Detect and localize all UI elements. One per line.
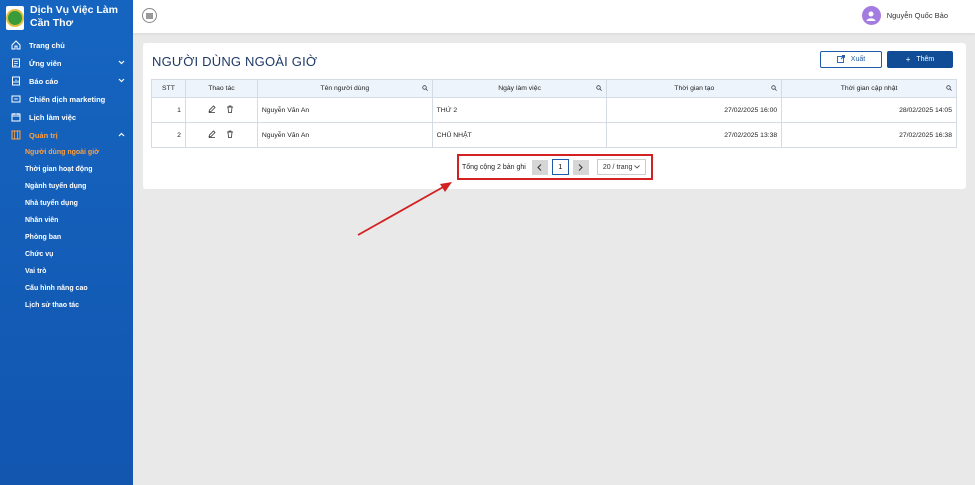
sidebar-subitem-advanced-config[interactable]: Cấu hình nâng cao (0, 280, 133, 297)
column-header-label: Thời gian cập nhật (840, 85, 898, 92)
sidebar-subitem-overtime-users[interactable]: Người dùng ngoài giờ (0, 144, 133, 161)
column-header-created-time: Thời gian tạo (606, 79, 783, 98)
column-header-label: Thời gian tạo (674, 85, 715, 92)
cell-updated-time: 27/02/2025 16:38 (781, 122, 957, 148)
sidebar-item-label: Báo cáo (29, 76, 59, 86)
cell-username: Nguyễn Văn An (256, 97, 433, 123)
user-icon (866, 11, 876, 21)
search-icon[interactable] (771, 85, 778, 93)
total-records: Tổng cộng 2 bản ghi (462, 163, 526, 171)
cell-stt: 2 (151, 122, 186, 148)
cell-username: Nguyễn Văn An (256, 122, 433, 148)
export-icon (836, 54, 845, 65)
sidebar-item-candidates[interactable]: Ứng viên (0, 54, 133, 72)
cell-actions (184, 122, 258, 148)
edit-icon[interactable] (208, 130, 216, 140)
sidebar-item-home[interactable]: Trang chủ (0, 36, 133, 54)
delete-icon[interactable] (226, 130, 234, 140)
report-icon (11, 76, 21, 86)
edit-icon[interactable] (208, 105, 216, 115)
cell-updated-time: 28/02/2025 14:05 (781, 97, 957, 123)
chevron-down-icon (634, 165, 640, 169)
plus-icon: + (905, 55, 911, 64)
sidebar-subitem-employers[interactable]: Nhà tuyển dụng (0, 195, 133, 212)
menu-icon (146, 13, 153, 18)
candidate-icon (11, 58, 21, 68)
sidebar-item-label: Trang chủ (29, 40, 65, 50)
page-size-value: 20 / trang (602, 163, 633, 171)
chevron-left-icon (537, 163, 542, 171)
avatar (861, 6, 881, 25)
sidebar-item-label: Chiến dịch marketing (29, 94, 106, 104)
brand-logo (6, 6, 24, 30)
export-button[interactable]: Xuất (820, 51, 882, 68)
menu-toggle-button[interactable] (142, 8, 157, 23)
current-page[interactable]: 1 (551, 159, 569, 175)
export-label: Xuất (850, 56, 866, 63)
calendar-icon (11, 112, 21, 122)
home-icon (11, 40, 21, 50)
sidebar-item-label: Lịch làm việc (29, 112, 77, 122)
sidebar-nav: Trang chủ Ứng viên Báo cáo Chiến dịch ma… (0, 36, 133, 314)
column-header-updated-time: Thời gian cập nhật (781, 79, 957, 98)
chevron-up-icon (118, 132, 125, 139)
cell-workday: THỨ 2 (431, 97, 608, 123)
cell-actions (184, 97, 258, 123)
column-header-label: Tên người dùng (320, 85, 370, 92)
cell-stt: 1 (151, 97, 186, 123)
next-page-button[interactable] (572, 159, 589, 175)
admin-icon (11, 130, 21, 140)
overtime-users-table: STT Thao tác Tên người dùng Ngày làm việ… (151, 79, 957, 148)
sidebar-item-schedule[interactable]: Lịch làm việc (0, 108, 133, 126)
search-icon[interactable] (421, 85, 428, 93)
pagination: Tổng cộng 2 bản ghi 1 20 / trang (457, 154, 653, 180)
chevron-right-icon (578, 163, 584, 171)
sidebar-subitem-industries[interactable]: Ngành tuyển dụng (0, 178, 133, 195)
column-header-label: Ngày làm việc (498, 85, 541, 92)
sidebar-item-label: Quản trị (29, 130, 58, 140)
search-icon[interactable] (946, 85, 952, 93)
chevron-down-icon (118, 78, 125, 85)
brand-name: Dịch Vụ Việc Làm Cần Thơ (30, 4, 118, 29)
cell-created-time: 27/02/2025 13:38 (606, 122, 783, 148)
sidebar-subitem-activity-log[interactable]: Lịch sử thao tác (0, 297, 133, 314)
add-button[interactable]: + Thêm (887, 51, 953, 68)
sidebar-subitem-operating-time[interactable]: Thời gian hoạt động (0, 161, 133, 178)
add-label: Thêm (916, 56, 935, 63)
page-size-select[interactable]: 20 / trang (596, 159, 646, 175)
sidebar-subitem-positions[interactable]: Chức vụ (0, 246, 133, 263)
column-header-stt: STT (151, 79, 186, 98)
sidebar-item-marketing[interactable]: Chiến dịch marketing (0, 90, 133, 108)
column-header-actions: Thao tác (184, 79, 258, 98)
cell-created-time: 27/02/2025 16:00 (606, 97, 783, 123)
chevron-down-icon (118, 60, 125, 67)
cell-workday: CHỦ NHẬT (431, 122, 608, 148)
table-row: 1 Nguyễn Văn An THỨ 2 27/02/2025 16:00 2… (151, 97, 957, 123)
prev-page-button[interactable] (531, 159, 548, 175)
table-row: 2 Nguyễn Văn An CHỦ NHẬT 27/02/2025 13:3… (151, 122, 957, 148)
search-icon[interactable] (596, 85, 603, 93)
sidebar: Dịch Vụ Việc Làm Cần Thơ Trang chủ Ứng v… (0, 0, 133, 485)
brand[interactable]: Dịch Vụ Việc Làm Cần Thơ (0, 0, 133, 34)
campaign-icon (11, 94, 21, 104)
main-card: NGƯỜI DÙNG NGOÀI GIỜ Xuất + Thêm STT Tha… (143, 43, 966, 189)
user-menu[interactable]: Nguyễn Quốc Bảo (861, 6, 948, 25)
sidebar-subitem-departments[interactable]: Phòng ban (0, 229, 133, 246)
column-header-username: Tên người dùng (256, 79, 433, 98)
sidebar-subitem-roles[interactable]: Vai trò (0, 263, 133, 280)
sidebar-item-label: Ứng viên (29, 58, 62, 68)
topbar: Nguyễn Quốc Bảo (133, 0, 975, 33)
sidebar-item-reports[interactable]: Báo cáo (0, 72, 133, 90)
column-header-workday: Ngày làm việc (431, 79, 608, 98)
page-title: NGƯỜI DÙNG NGOÀI GIỜ (152, 54, 318, 69)
sidebar-subitem-staff[interactable]: Nhân viên (0, 212, 133, 229)
sidebar-item-admin[interactable]: Quản trị (0, 126, 133, 144)
delete-icon[interactable] (226, 105, 234, 115)
user-name: Nguyễn Quốc Bảo (886, 11, 948, 20)
